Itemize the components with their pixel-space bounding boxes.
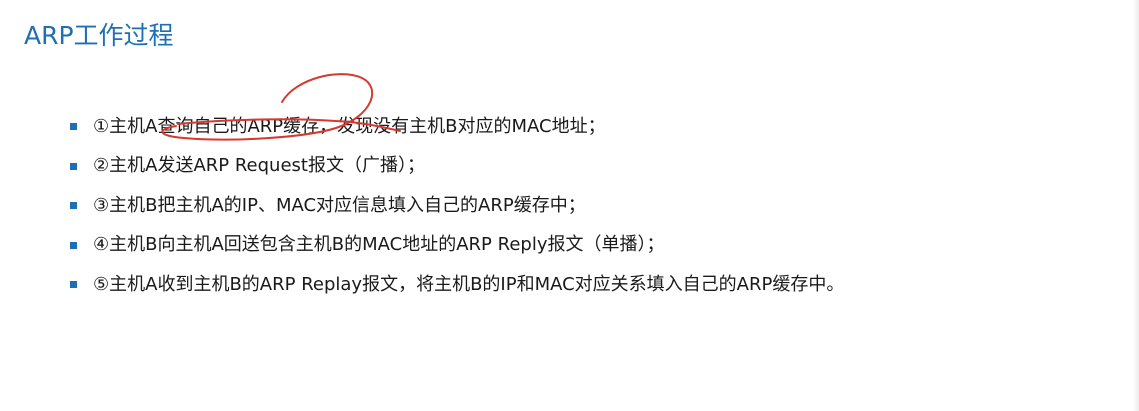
bullet-text: ④主机B向主机A回送包含主机B的MAC地址的ARP Reply报文（单播）； <box>93 234 665 256</box>
square-bullet-icon <box>70 281 77 289</box>
bullet-text: ①主机A查询自己的ARP缓存，发现没有主机B对应的MAC地址； <box>93 115 606 137</box>
square-bullet-icon <box>70 241 77 249</box>
bullet-text: ②主机A发送ARP Request报文（广播）； <box>93 155 425 177</box>
list-item: ③主机B把主机A的IP、MAC对应信息填入自己的ARP缓存中； <box>70 186 844 226</box>
square-bullet-icon <box>70 123 77 131</box>
bullet-text: ③主机B把主机A的IP、MAC对应信息填入自己的ARP缓存中； <box>93 194 586 216</box>
list-item: ②主机A发送ARP Request报文（广播）； <box>70 147 844 187</box>
bullet-list: ①主机A查询自己的ARP缓存，发现没有主机B对应的MAC地址； ②主机A发送AR… <box>70 107 844 305</box>
list-item: ⑤主机A收到主机B的ARP Replay报文，将主机B的IP和MAC对应关系填入… <box>70 265 844 305</box>
slide-title: ARP工作过程 <box>24 21 174 50</box>
window-edge <box>1133 0 1139 411</box>
square-bullet-icon <box>70 162 77 170</box>
list-item: ①主机A查询自己的ARP缓存，发现没有主机B对应的MAC地址； <box>70 107 844 147</box>
list-item: ④主机B向主机A回送包含主机B的MAC地址的ARP Reply报文（单播）； <box>70 226 844 266</box>
bullet-text: ⑤主机A收到主机B的ARP Replay报文，将主机B的IP和MAC对应关系填入… <box>93 273 845 295</box>
square-bullet-icon <box>70 202 77 210</box>
slide: ARP工作过程 ①主机A查询自己的ARP缓存，发现没有主机B对应的MAC地址； … <box>0 0 1139 411</box>
